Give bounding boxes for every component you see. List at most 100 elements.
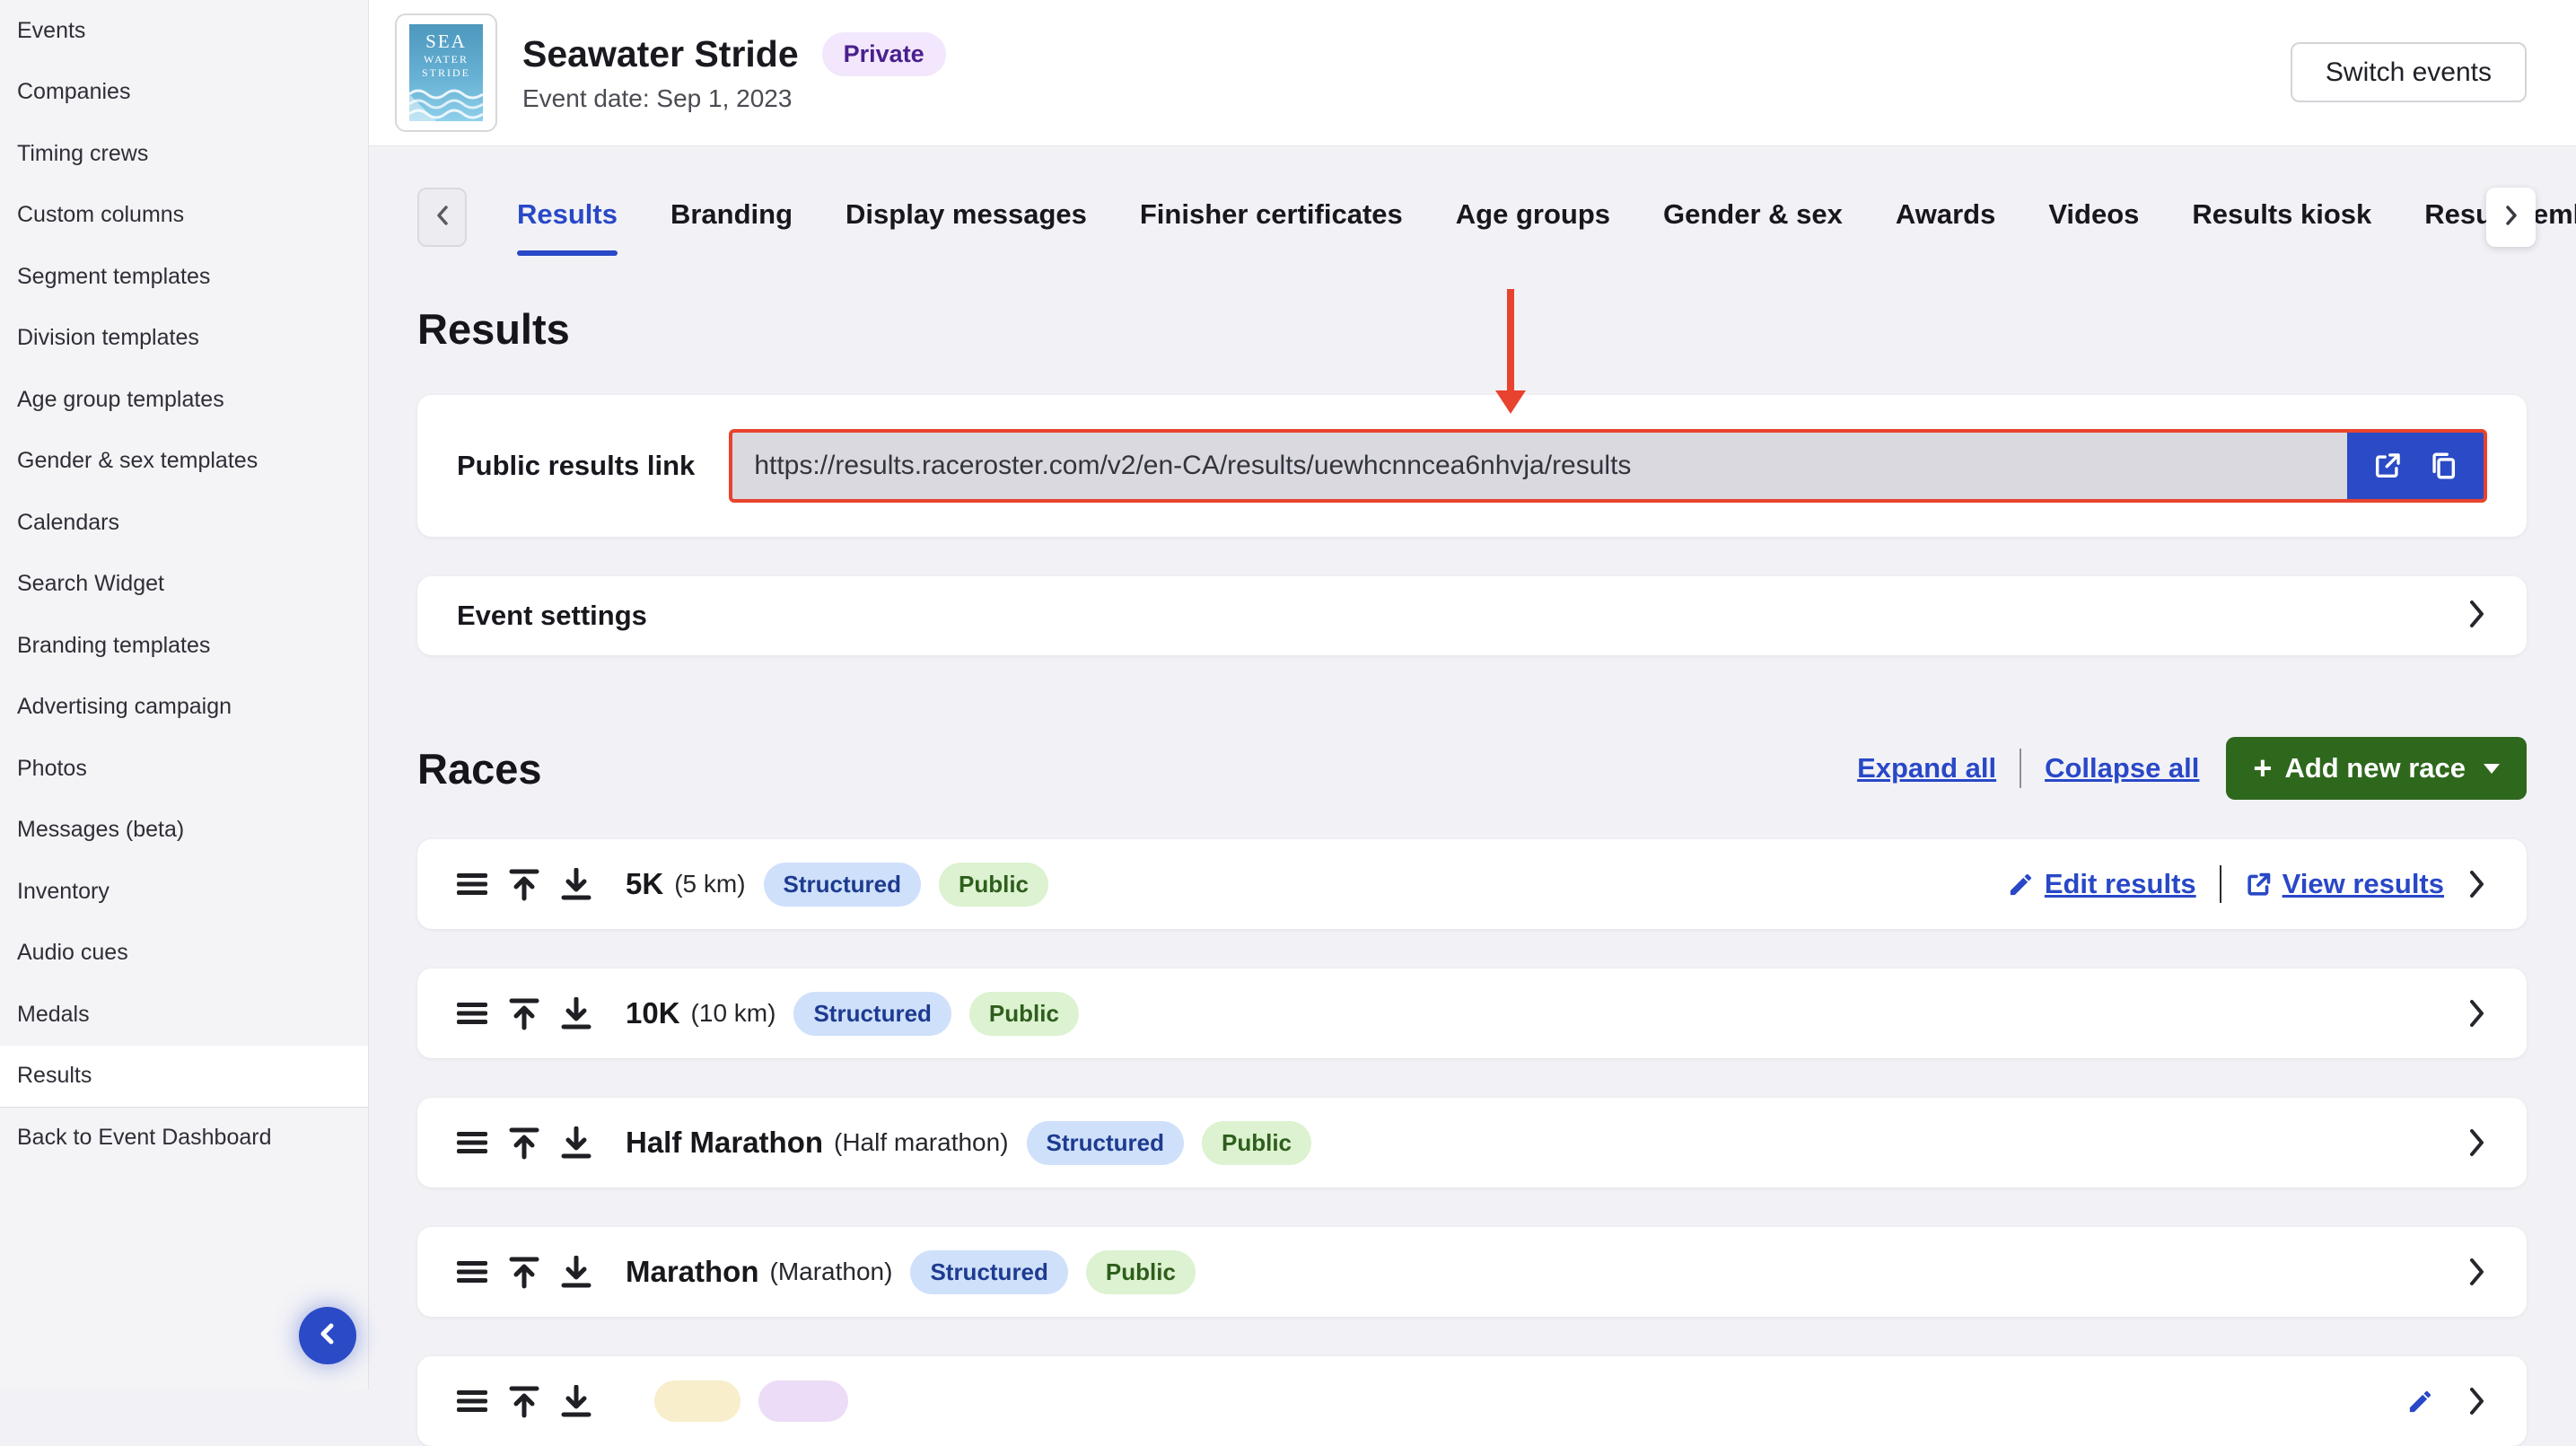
expand-race-button[interactable] [2467,1256,2487,1288]
open-link-button[interactable] [2372,451,2403,481]
upload-results-button[interactable] [509,1126,539,1160]
plus-icon: + [2253,752,2272,784]
download-results-button[interactable] [561,1256,591,1289]
sidebar-item-companies[interactable]: Companies [0,62,368,124]
logo-text-line: STRIDE [409,66,483,80]
sidebar-item-segment-templates[interactable]: Segment templates [0,246,368,308]
tab-results[interactable]: Results [517,188,618,256]
actions-divider [2220,865,2221,903]
chevron-right-icon [2467,1385,2487,1417]
tabs-scroll-right-button[interactable] [2486,188,2536,247]
race-row: Half Marathon (Half marathon) Structured Pu… [417,1098,2527,1187]
race-distance: (Half marathon) [834,1128,1009,1157]
tab-finisher-certificates[interactable]: Finisher certificates [1140,188,1403,256]
add-new-race-label: Add new race [2284,752,2466,784]
chevron-right-icon [2467,598,2487,635]
races-header: Races Expand all Collapse all + Add new … [417,737,2527,800]
chevron-right-icon [2467,868,2487,900]
sidebar-collapse-button[interactable] [299,1307,356,1364]
sidebar-item-photos[interactable]: Photos [0,738,368,800]
action-link[interactable] [2406,1388,2444,1415]
event-header: SEA WATER STRIDE Seawater Stride Private… [369,0,2576,146]
upload-results-button[interactable] [509,1385,539,1418]
race-name: Half Marathon [626,1126,823,1160]
drag-handle[interactable] [457,1386,487,1416]
logo-text-line: SEA [409,24,483,53]
drag-handle[interactable] [457,1257,487,1287]
race-badge-lavender [758,1380,848,1422]
tabs-scroll-left-button[interactable] [417,188,467,247]
logo-text-line: WATER [409,53,483,66]
upload-results-button[interactable] [509,997,539,1030]
download-results-button[interactable] [561,1126,591,1160]
sidebar-item-search-widget[interactable]: Search Widget [0,554,368,616]
sidebar-item-medals[interactable]: Medals [0,984,368,1046]
event-logo-poster: SEA WATER STRIDE [409,24,483,121]
collapse-all-link[interactable]: Collapse all [2045,752,2199,784]
upload-results-button[interactable] [509,1256,539,1289]
sidebar-items: EventsCompaniesTiming crewsCustom column… [0,0,368,1169]
hamburger-icon [457,1386,487,1416]
main-content: SEA WATER STRIDE Seawater Stride Private… [369,0,2576,1389]
drag-handle[interactable] [457,998,487,1029]
race-badge-structured: Structured [764,863,921,907]
race-row [417,1356,2527,1446]
upload-icon [509,1256,539,1289]
sidebar-item-messages-beta-[interactable]: Messages (beta) [0,800,368,862]
chevron-right-icon [2467,1256,2487,1288]
sidebar-item-gender-sex-templates[interactable]: Gender & sex templates [0,431,368,493]
race-badge-structured: Structured [910,1250,1067,1294]
download-results-button[interactable] [561,868,591,901]
race-row: Marathon(Marathon)StructuredPublic [417,1227,2527,1317]
add-new-race-button[interactable]: + Add new race [2226,737,2527,800]
expand-race-button[interactable] [2467,868,2487,900]
race-distance: (10 km) [691,999,776,1028]
expand-all-link[interactable]: Expand all [1857,752,1996,784]
race-badge-public: Public [1202,1121,1311,1165]
chevron-left-icon [316,1320,339,1352]
sidebar-item-back-to-event-dashboard[interactable]: Back to Event Dashboard [0,1107,368,1169]
switch-events-button[interactable]: Switch events [2291,42,2527,102]
race-badge-public: Public [939,863,1048,907]
download-results-button[interactable] [561,997,591,1030]
sidebar-item-division-templates[interactable]: Division templates [0,308,368,370]
sidebar-item-events[interactable]: Events [0,0,368,62]
download-results-button[interactable] [561,1385,591,1418]
tab-results-kiosk[interactable]: Results kiosk [2192,188,2371,256]
external-link-icon [2245,871,2273,898]
sidebar-item-advertising-campaign[interactable]: Advertising campaign [0,677,368,739]
sidebar-item-branding-templates[interactable]: Branding templates [0,615,368,677]
race-badge-structured: Structured [1027,1121,1184,1165]
tab-display-messages[interactable]: Display messages [846,188,1087,256]
sidebar-item-inventory[interactable]: Inventory [0,861,368,923]
logo-corner-graphic [409,94,436,121]
event-settings-row[interactable]: Event settings [417,576,2527,655]
tab-branding[interactable]: Branding [670,188,793,256]
hamburger-icon [457,1127,487,1158]
chevron-right-icon [2467,1126,2487,1159]
tab-awards[interactable]: Awards [1896,188,1995,256]
event-name: Seawater Stride [522,33,799,75]
copy-link-button[interactable] [2428,451,2458,481]
sidebar-item-results[interactable]: Results [0,1046,368,1108]
drag-handle[interactable] [457,869,487,899]
edit-results-link[interactable]: Edit results [2007,868,2196,900]
expand-race-button[interactable] [2467,1126,2487,1159]
tab-age-groups[interactable]: Age groups [1456,188,1610,256]
sidebar-item-age-group-templates[interactable]: Age group templates [0,369,368,431]
sidebar-item-custom-columns[interactable]: Custom columns [0,185,368,247]
tab-gender-sex[interactable]: Gender & sex [1663,188,1843,256]
race-rows: 5K(5 km)StructuredPublicEdit resultsView… [369,839,2576,1446]
public-results-url-field[interactable]: https://results.raceroster.com/v2/en-CA/… [729,429,2487,503]
view-results-link[interactable]: View results [2245,868,2444,900]
sidebar-item-audio-cues[interactable]: Audio cues [0,923,368,985]
tab-videos[interactable]: Videos [2048,188,2139,256]
expand-race-button[interactable] [2467,1385,2487,1417]
url-actions [2347,433,2484,499]
drag-handle[interactable] [457,1127,487,1158]
event-header-text: Seawater Stride Private Event date: Sep … [522,32,946,113]
expand-race-button[interactable] [2467,997,2487,1030]
sidebar-item-timing-crews[interactable]: Timing crews [0,123,368,185]
sidebar-item-calendars[interactable]: Calendars [0,492,368,554]
upload-results-button[interactable] [509,868,539,901]
